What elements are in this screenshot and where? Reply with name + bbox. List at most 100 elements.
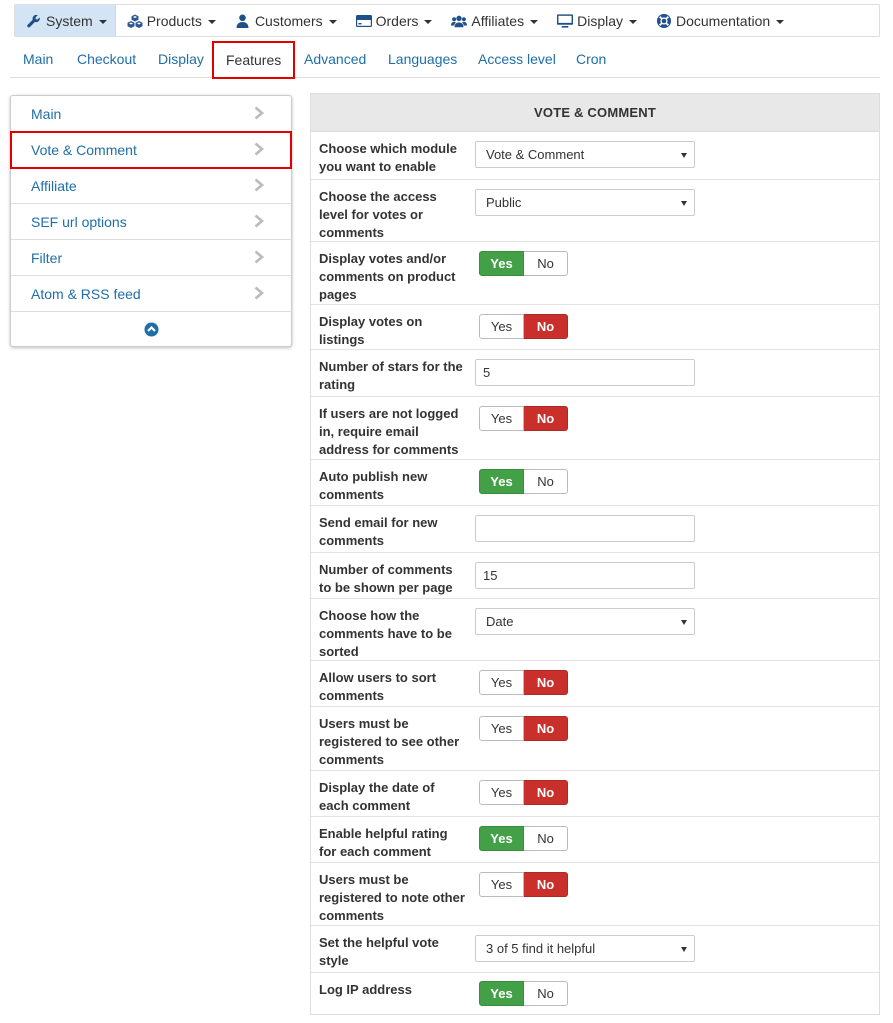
yes-button[interactable]: Yes	[479, 314, 524, 339]
settings-row: Auto publish new comments Yes No	[311, 460, 879, 506]
tab-languages[interactable]: Languages	[388, 40, 457, 78]
yes-button[interactable]: Yes	[479, 872, 524, 897]
setting-label: Log IP address	[319, 982, 412, 997]
sidebar-item-label: Atom & RSS feed	[31, 285, 141, 302]
menu-system[interactable]: System	[15, 5, 116, 36]
menu-label: Orders	[375, 12, 419, 29]
setting-label: Display votes and/or comments on product…	[319, 251, 456, 302]
setting-control: Yes No	[475, 716, 568, 741]
no-button[interactable]: No	[524, 872, 568, 897]
yes-button[interactable]: Yes	[479, 406, 524, 431]
caret-down-icon	[776, 19, 785, 24]
yes-button[interactable]: Yes	[479, 716, 524, 741]
settings-row: Choose the access level for votes or com…	[311, 180, 879, 242]
yes-no-toggle: Yes No	[479, 826, 568, 851]
yes-no-toggle: Yes No	[479, 872, 568, 897]
sidebar-item-affiliate[interactable]: Affiliate	[11, 168, 291, 204]
setting-label: Choose how the comments have to be sorte…	[319, 608, 452, 659]
yes-button[interactable]: Yes	[479, 780, 524, 805]
chevron-right-icon	[254, 286, 265, 300]
yes-no-toggle: Yes No	[479, 670, 568, 695]
settings-row: Enable helpful rating for each comment Ye…	[311, 817, 879, 863]
no-button[interactable]: No	[524, 670, 568, 695]
no-button[interactable]: No	[524, 251, 568, 276]
menu-orders[interactable]: Orders	[345, 5, 441, 36]
sidebar-item-main[interactable]: Main	[11, 96, 291, 132]
no-button[interactable]: No	[524, 716, 568, 741]
yes-button[interactable]: Yes	[479, 981, 524, 1006]
setting-control: Vote & Comment	[475, 141, 695, 168]
tab-checkout[interactable]: Checkout	[77, 40, 136, 78]
sidebar-item-filter[interactable]: Filter	[11, 240, 291, 276]
setting-label: If users are not logged in, require emai…	[319, 406, 459, 457]
setting-label: Number of comments to be shown per page	[319, 562, 453, 595]
menu-products[interactable]: Products	[116, 5, 224, 36]
sidebar-item-atom-rss-feed[interactable]: Atom & RSS feed	[11, 276, 291, 312]
credit-card-icon	[355, 13, 372, 29]
user-icon	[235, 13, 251, 29]
yes-no-toggle: Yes No	[479, 780, 568, 805]
settings-row: Users must be registered to see other co…	[311, 707, 879, 771]
setting-label: Send email for new comments	[319, 515, 438, 548]
setting-label: Allow users to sort comments	[319, 670, 437, 703]
tab-main[interactable]: Main	[23, 40, 53, 78]
no-button[interactable]: No	[524, 780, 568, 805]
tab-display[interactable]: Display	[158, 40, 204, 78]
setting-label: Enable helpful rating for each comment	[319, 826, 448, 859]
sidebar-item-vote-comment[interactable]: Vote & Comment	[10, 131, 292, 169]
setting-control: 3 of 5 find it helpful	[475, 935, 695, 962]
setting-control: 15	[475, 562, 695, 589]
settings-row: Number of comments to be shown per page 1…	[311, 553, 879, 599]
yes-button[interactable]: Yes	[479, 826, 524, 851]
setting-control: Yes No	[475, 670, 568, 695]
setting-label: Display the date of each comment	[319, 780, 435, 813]
menu-documentation[interactable]: Documentation	[645, 5, 792, 36]
settings-row: Number of stars for the rating 5	[311, 350, 879, 397]
no-button[interactable]: No	[524, 406, 568, 431]
caret-down-icon	[424, 19, 433, 24]
select-value: Public	[486, 195, 522, 210]
setting-control: Date	[475, 608, 695, 635]
yes-button[interactable]: Yes	[479, 670, 524, 695]
yes-no-toggle: Yes No	[479, 251, 568, 276]
menu-label: Products	[146, 12, 202, 29]
no-button[interactable]: No	[524, 981, 568, 1006]
setting-select[interactable]: Public	[475, 189, 695, 216]
setting-text-input[interactable]: 15	[475, 562, 695, 589]
yes-button[interactable]: Yes	[479, 251, 524, 276]
tab-access-level[interactable]: Access level	[478, 40, 556, 78]
chevron-right-icon	[254, 178, 265, 192]
settings-rows: Choose which module you want to enable Vo…	[311, 132, 879, 1014]
no-button[interactable]: No	[524, 826, 568, 851]
tab-advanced[interactable]: Advanced	[304, 40, 366, 78]
sidebar-item-sef-url-options[interactable]: SEF url options	[11, 204, 291, 240]
settings-row: Send email for new comments	[311, 506, 879, 553]
setting-control: Yes No	[475, 981, 568, 1006]
no-button[interactable]: No	[524, 314, 568, 339]
menu-display[interactable]: Display	[546, 5, 645, 36]
setting-text-input[interactable]: 5	[475, 359, 695, 386]
sidebar-item-label: Vote & Comment	[31, 141, 137, 158]
features-sidebar: Main Vote & Comment Affiliate SEF url op…	[10, 95, 292, 347]
setting-select[interactable]: Vote & Comment	[475, 141, 695, 168]
vote-comment-settings-table: VOTE & COMMENT Choose which module you w…	[310, 93, 880, 1015]
setting-select[interactable]: 3 of 5 find it helpful	[475, 935, 695, 962]
no-button[interactable]: No	[524, 469, 568, 494]
scroll-up-button[interactable]	[11, 312, 291, 346]
setting-select[interactable]: Date	[475, 608, 695, 635]
yes-button[interactable]: Yes	[479, 469, 524, 494]
settings-row: If users are not logged in, require emai…	[311, 397, 879, 460]
caret-down-icon	[629, 19, 637, 24]
setting-label: Auto publish new comments	[319, 469, 428, 502]
chevron-right-icon	[254, 106, 265, 120]
setting-text-input[interactable]	[475, 515, 695, 542]
menu-customers[interactable]: Customers	[224, 5, 345, 36]
yes-no-toggle: Yes No	[479, 469, 568, 494]
setting-control: 5	[475, 359, 695, 386]
menu-affiliates[interactable]: Affiliates	[440, 5, 546, 36]
config-tabs: Main Checkout Display Features Advanced …	[10, 40, 880, 79]
settings-row: Choose how the comments have to be sorte…	[311, 599, 879, 661]
tab-features[interactable]: Features	[212, 41, 296, 79]
caret-down-icon	[681, 153, 687, 158]
tab-cron[interactable]: Cron	[576, 40, 606, 78]
